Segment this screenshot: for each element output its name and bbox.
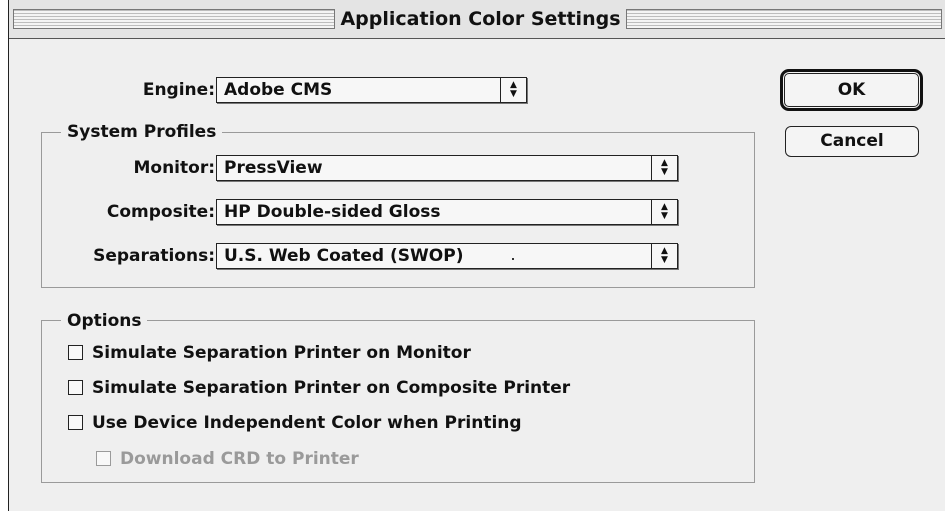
window-title: Application Color Settings bbox=[335, 5, 626, 33]
composite-popup[interactable]: HP Double-sided Gloss ▲ ▼ bbox=[216, 199, 678, 225]
monitor-popup[interactable]: PressView ▲ ▼ bbox=[216, 155, 678, 181]
composite-label: Composite: bbox=[106, 202, 215, 222]
title-bar-stripes-right bbox=[626, 9, 942, 29]
up-down-arrows-icon: ▲ ▼ bbox=[651, 244, 677, 268]
engine-label: Engine: bbox=[142, 80, 215, 100]
checkbox-box bbox=[68, 415, 83, 430]
composite-popup-value: HP Double-sided Gloss bbox=[224, 202, 441, 222]
application-color-settings-dialog: Application Color Settings Engine: Adobe… bbox=[8, 0, 945, 511]
checkbox-box bbox=[96, 451, 111, 466]
checkbox-box bbox=[68, 345, 83, 360]
device-independent-color-checkbox[interactable]: Use Device Independent Color when Printi… bbox=[68, 411, 608, 435]
download-crd-label: Download CRD to Printer bbox=[120, 449, 359, 469]
simulate-composite-label: Simulate Separation Printer on Composite… bbox=[92, 378, 571, 398]
download-crd-checkbox: Download CRD to Printer bbox=[96, 447, 416, 471]
stray-dot bbox=[512, 258, 514, 260]
separations-popup-value: U.S. Web Coated (SWOP) bbox=[224, 246, 464, 266]
monitor-popup-value: PressView bbox=[224, 158, 323, 178]
options-title: Options bbox=[61, 310, 148, 332]
checkbox-box bbox=[68, 380, 83, 395]
cancel-button[interactable]: Cancel bbox=[785, 126, 919, 157]
title-bar-stripes-left bbox=[13, 9, 335, 29]
title-bar[interactable]: Application Color Settings bbox=[9, 0, 945, 39]
separations-popup[interactable]: U.S. Web Coated (SWOP) ▲ ▼ bbox=[216, 243, 678, 269]
system-profiles-title: System Profiles bbox=[61, 121, 223, 143]
engine-popup-value: Adobe CMS bbox=[224, 80, 333, 100]
device-independent-color-label: Use Device Independent Color when Printi… bbox=[92, 413, 522, 433]
simulate-monitor-label: Simulate Separation Printer on Monitor bbox=[92, 343, 471, 363]
up-down-arrows-icon: ▲ ▼ bbox=[500, 78, 526, 102]
simulate-composite-checkbox[interactable]: Simulate Separation Printer on Composite… bbox=[68, 376, 628, 400]
simulate-monitor-checkbox[interactable]: Simulate Separation Printer on Monitor bbox=[68, 341, 568, 365]
up-down-arrows-icon: ▲ ▼ bbox=[651, 200, 677, 224]
up-down-arrows-icon: ▲ ▼ bbox=[651, 156, 677, 180]
monitor-label: Monitor: bbox=[133, 158, 215, 178]
ok-button[interactable]: OK bbox=[780, 69, 923, 111]
separations-label: Separations: bbox=[93, 246, 215, 266]
engine-popup[interactable]: Adobe CMS ▲ ▼ bbox=[216, 77, 527, 103]
